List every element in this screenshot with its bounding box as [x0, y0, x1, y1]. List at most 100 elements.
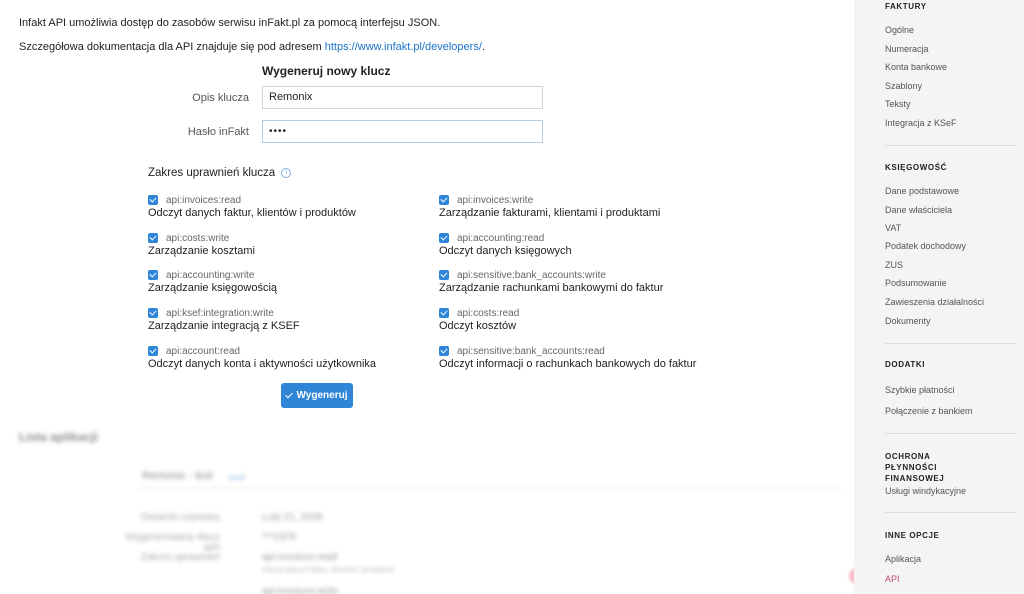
permission-item: api:costs:read Odczyt kosztów [439, 306, 729, 332]
sidebar-item[interactable]: Zawieszenia działalności [885, 297, 984, 307]
permission-row: api:invoices:write [439, 193, 729, 207]
sidebar-item[interactable]: Podatek dochodowy [885, 241, 966, 251]
sidebar-item[interactable]: Usługi windykacyjne [885, 486, 966, 496]
scope-desc: Odczyt danych faktur, klientów i produkt… [262, 567, 395, 574]
sidebar-item[interactable]: Dokumenty [885, 316, 931, 326]
scope-value: api:invoices:read [262, 552, 338, 563]
permission-description: Zarządzanie księgowością [148, 282, 278, 294]
form-title: Wygeneruj nowy klucz [262, 64, 391, 78]
permission-description: Odczyt danych konta i aktywności użytkow… [148, 358, 377, 370]
password-input[interactable]: •••• [262, 120, 543, 143]
permission-checkbox[interactable] [148, 270, 158, 280]
description-input[interactable]: Remonix [262, 86, 543, 109]
last-used-value: Luty 21, 2026 [262, 512, 323, 523]
sidebar-item[interactable]: Integracja z KSeF [885, 118, 957, 128]
sidebar-item[interactable]: Teksty [885, 99, 911, 109]
permission-description: Zarządzanie kosztami [148, 245, 255, 257]
sidebar-section-title: KSIĘGOWOŚĆ [885, 163, 948, 172]
permission-item: api:ksef:integration:write Zarządzanie in… [148, 306, 438, 332]
permission-item: api:accounting:write Zarządzanie księgowo… [148, 268, 438, 294]
permission-scope: api:costs:read [457, 307, 520, 319]
sidebar-divider [885, 145, 1017, 146]
permission-description: Odczyt danych faktur, klientów i produkt… [148, 207, 356, 219]
sidebar-item[interactable]: Dane podstawowe [885, 186, 959, 196]
permission-item: api:costs:write Zarządzanie kosztami [148, 231, 438, 257]
permission-scope: api:accounting:write [166, 269, 255, 281]
sidebar-item[interactable]: Podsumowanie [885, 278, 947, 288]
sidebar-item[interactable]: ZUS [885, 260, 903, 270]
sidebar-section-title: FAKTURY [885, 2, 927, 11]
permission-checkbox[interactable] [439, 346, 449, 356]
app-delete-link[interactable]: usuń [228, 473, 245, 482]
sidebar-divider [885, 433, 1017, 434]
permission-description: Odczyt informacji o rachunkach bankowych… [439, 358, 697, 370]
scope-label: Zakres uprawnień [140, 552, 220, 563]
sidebar-item[interactable]: Szablony [885, 81, 922, 91]
sidebar-section-title: INNE OPCJE [885, 531, 940, 540]
sidebar-item[interactable]: Dane właściciela [885, 205, 952, 215]
key-label: Wygenerowany klucz API [125, 532, 220, 554]
permission-row: api:costs:write [148, 231, 438, 245]
permission-scope: api:sensitive:bank_accounts:write [457, 269, 606, 281]
permission-scope: api:invoices:read [166, 194, 242, 206]
sidebar-item[interactable]: Ogólne [885, 25, 914, 35]
sidebar-item[interactable]: Szybkie płatności [885, 385, 955, 395]
permission-checkbox[interactable] [148, 346, 158, 356]
permission-scope: api:accounting:read [457, 232, 545, 244]
sidebar-section-title: OCHRONA PŁYNNOŚCI FINANSOWEJ [885, 452, 945, 483]
info-icon[interactable]: i [281, 167, 292, 178]
permission-scope: api:invoices:write [457, 194, 534, 206]
divider [140, 488, 840, 489]
sidebar-divider [885, 512, 1017, 513]
permission-description: Zarządzanie fakturami, klientami i produ… [439, 207, 661, 219]
sidebar-item[interactable]: VAT [885, 223, 901, 233]
permission-row: api:ksef:integration:write [148, 306, 438, 320]
apps-title: Lista aplikacji [19, 430, 98, 444]
docs-suffix: . [481, 41, 485, 53]
sidebar-item[interactable]: Numeracja [885, 44, 929, 54]
permission-scope: api:sensitive:bank_accounts:read [457, 345, 605, 357]
permission-scope: api:account:read [166, 345, 240, 357]
permission-checkbox[interactable] [148, 195, 158, 205]
permission-item: api:invoices:write Zarządzanie fakturami,… [439, 193, 729, 219]
permission-description: Odczyt kosztów [439, 320, 517, 332]
permission-row: api:costs:read [439, 306, 729, 320]
main-content: Infakt API umożliwia dostęp do zasobów s… [0, 0, 854, 594]
sidebar-item[interactable]: API [885, 574, 900, 584]
permission-scope: api:costs:write [166, 232, 230, 244]
permission-row: api:sensitive:bank_accounts:read [439, 344, 729, 358]
description-value: Remonix [269, 91, 313, 103]
permission-scope: api:ksef:integration:write [166, 307, 274, 319]
docs-link[interactable]: https://www.infakt.pl/developers/ [325, 41, 482, 53]
sidebar-item[interactable]: Aplikacja [885, 554, 921, 564]
scope-value-2: api:invoices:write [262, 586, 339, 594]
description-label: Opis klucza [192, 92, 249, 104]
permission-item: api:sensitive:bank_accounts:write Zarządz… [439, 268, 729, 294]
last-used-label: Ostatnio używany [141, 512, 220, 523]
permission-checkbox[interactable] [439, 233, 449, 243]
permission-checkbox[interactable] [439, 195, 449, 205]
sidebar-divider [885, 343, 1017, 344]
permission-checkbox[interactable] [148, 308, 158, 318]
scope-title: Zakres uprawnień klucza i [148, 167, 292, 179]
sidebar-item[interactable]: Połączenie z bankiem [885, 406, 973, 416]
sidebar-item[interactable]: Konta bankowe [885, 62, 947, 72]
permission-row: api:sensitive:bank_accounts:write [439, 268, 729, 282]
permission-row: api:account:read [148, 344, 438, 358]
settings-sidebar: FAKTURY Ogólne Numeracja Konta bankowe Szabl… [854, 0, 1024, 594]
permission-description: Zarządzanie rachunkami bankowymi do fakt… [439, 282, 664, 294]
permission-checkbox[interactable] [439, 270, 449, 280]
permission-item: api:sensitive:bank_accounts:read Odczyt i… [439, 344, 729, 370]
permission-checkbox[interactable] [148, 233, 158, 243]
intro-docs-text: Szczegółowa dokumentacja dla API znajduj… [19, 41, 485, 53]
apps-list-section: Lista aplikacji Remonix - test usuń Osta… [0, 420, 854, 594]
key-value: ***2376 [262, 532, 296, 543]
permission-description: Zarządzanie integracją z KSEF [148, 320, 300, 332]
sidebar-section-title: DODATKI [885, 360, 926, 369]
permission-item: api:account:read Odczyt danych konta i ak… [148, 344, 438, 370]
generate-button[interactable]: Wygeneruj [281, 383, 353, 408]
generate-label: Wygeneruj [296, 390, 348, 401]
intro-text: Infakt API umożliwia dostęp do zasobów s… [19, 17, 441, 29]
permission-checkbox[interactable] [439, 308, 449, 318]
check-icon [284, 390, 293, 398]
